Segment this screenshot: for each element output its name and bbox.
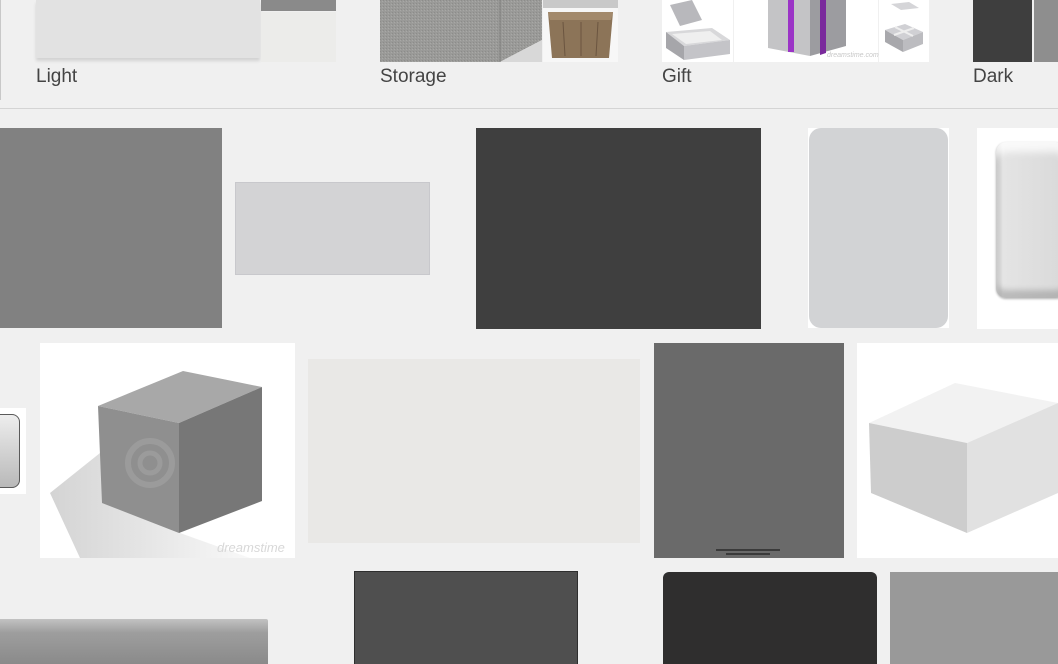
suggestion-dark-thumb-main: [973, 0, 1032, 62]
section-divider: [0, 108, 1058, 109]
result-image-r9[interactable]: [857, 343, 1058, 558]
result-image-r10[interactable]: [0, 619, 268, 664]
white-cube-illustration: [869, 383, 1058, 533]
suggestion-light[interactable]: [36, 0, 336, 95]
result-image-r2[interactable]: [236, 183, 429, 274]
watermark-gift: dreamstime.com: [827, 52, 879, 59]
suggestion-light-thumb-top-right: [261, 0, 336, 11]
suggestion-label-dark[interactable]: Dark: [973, 66, 1013, 88]
rounded-rect-shape: [809, 128, 948, 328]
beveled-square-edge: [0, 414, 20, 488]
suggestion-gift[interactable]: dreamstime.com: [662, 0, 929, 95]
tiny-caption-line: [726, 553, 770, 555]
result-image-r6[interactable]: dreamstime: [40, 343, 295, 558]
result-image-r1[interactable]: [0, 128, 222, 328]
suggestion-label-light[interactable]: Light: [36, 66, 77, 88]
result-image-r4[interactable]: [808, 128, 949, 328]
grey-cube-illustration: [50, 371, 262, 558]
suggestion-label-gift[interactable]: Gift: [662, 66, 692, 88]
result-image-r8[interactable]: [654, 343, 844, 558]
suggestion-dark-thumb-side: [1034, 0, 1058, 62]
basket-thumb: [543, 0, 618, 62]
beveled-square-shape: [996, 142, 1058, 298]
suggestion-light-thumb-bottom-right: [261, 12, 336, 62]
tiny-caption-line: [716, 549, 780, 551]
fabric-cube-thumb: [380, 0, 542, 62]
result-image-r12[interactable]: [663, 572, 877, 664]
left-edge-rule: [0, 0, 1, 100]
result-image-r7[interactable]: [308, 359, 640, 543]
small-gift-thumb: [879, 0, 929, 62]
suggestion-label-storage[interactable]: Storage: [380, 66, 447, 88]
suggestion-light-thumb-main: [36, 0, 260, 58]
result-image-r5[interactable]: [977, 128, 1058, 329]
watermark-cube: dreamstime: [217, 540, 285, 555]
open-box-thumb: [662, 0, 733, 62]
result-image-r13[interactable]: [890, 572, 1058, 664]
result-image-r11[interactable]: [355, 572, 577, 664]
result-image-partial-left[interactable]: [0, 408, 26, 494]
result-image-r3[interactable]: [476, 128, 761, 329]
